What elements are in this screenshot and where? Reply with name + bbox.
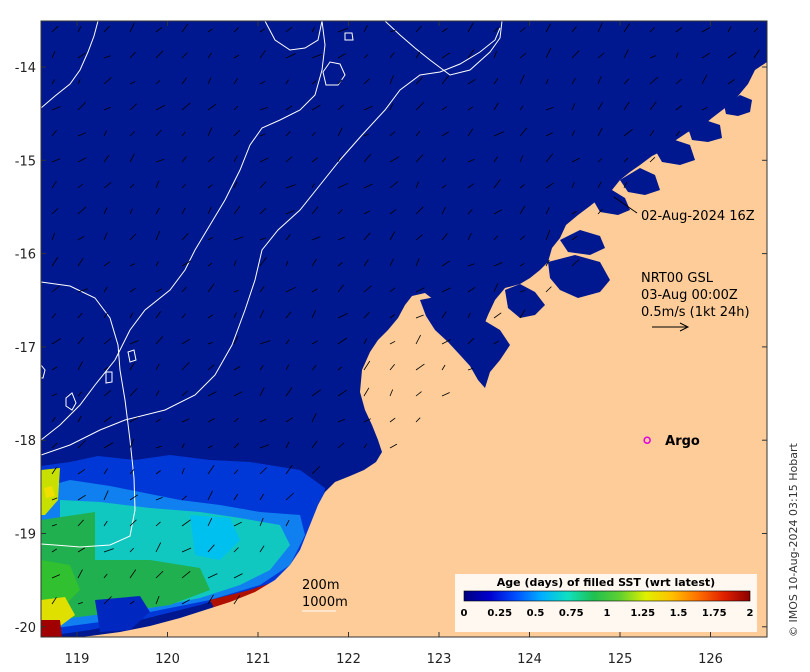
argo-label: Argo: [665, 434, 700, 449]
x-tick-label: 121: [246, 652, 271, 667]
colorbar-tick-label: 0.25: [487, 608, 512, 619]
date-label: 02-Aug-2024 16Z: [641, 209, 755, 224]
current-time-label: 03-Aug 00:00Z: [641, 288, 738, 303]
colorbar-bar: [463, 590, 751, 602]
colorbar-tick-label: 1.5: [670, 608, 688, 619]
x-tick-label: 125: [608, 652, 633, 667]
y-tick-label: -17: [15, 341, 36, 356]
y-tick-label: -18: [15, 434, 36, 449]
x-tick-label: 123: [427, 652, 452, 667]
colorbar-tick-label: 0.75: [559, 608, 584, 619]
depth-200-label: 200m: [302, 578, 339, 593]
credit-text: © IMOS 10-Aug-2024 03:15 Hobart: [787, 443, 800, 637]
x-tick-label: 119: [65, 652, 90, 667]
y-tick-label: -16: [15, 248, 36, 263]
x-tick-label: 122: [336, 652, 361, 667]
y-tick-label: -15: [15, 154, 36, 169]
x-tick-label: 120: [155, 652, 180, 667]
current-scale-label: 0.5m/s (1kt 24h): [641, 305, 750, 320]
depth-1000-label: 1000m: [302, 595, 348, 610]
current-source-label: NRT00 GSL: [641, 271, 714, 286]
colorbar-tick-label: 1.25: [630, 608, 655, 619]
colorbar-ticks: 0 0.25 0.5 0.75 1 1.25 1.5 1.75 2: [461, 608, 754, 619]
colorbar: Age (days) of filled SST (wrt latest) 00…: [455, 574, 757, 632]
x-tick-label: 124: [517, 652, 542, 667]
colorbar-tick-label: 1: [604, 608, 611, 619]
colorbar-tick-label: 0.5: [527, 608, 545, 619]
sst-age-map: 119 120 121 122 123 124 125 126 -14-15-16-17-18…: [15, 20, 800, 667]
y-tick-label: -14: [15, 61, 36, 76]
colorbar-tick-label: 1.75: [702, 608, 727, 619]
y-tick-label: -20: [15, 621, 36, 636]
colorbar-title: Age (days) of filled SST (wrt latest): [497, 576, 715, 589]
x-tick-label: 126: [698, 652, 723, 667]
colorbar-tick-label: 2: [747, 608, 754, 619]
y-tick-label: -19: [15, 528, 36, 543]
colorbar-tick-label: 0: [461, 608, 468, 619]
